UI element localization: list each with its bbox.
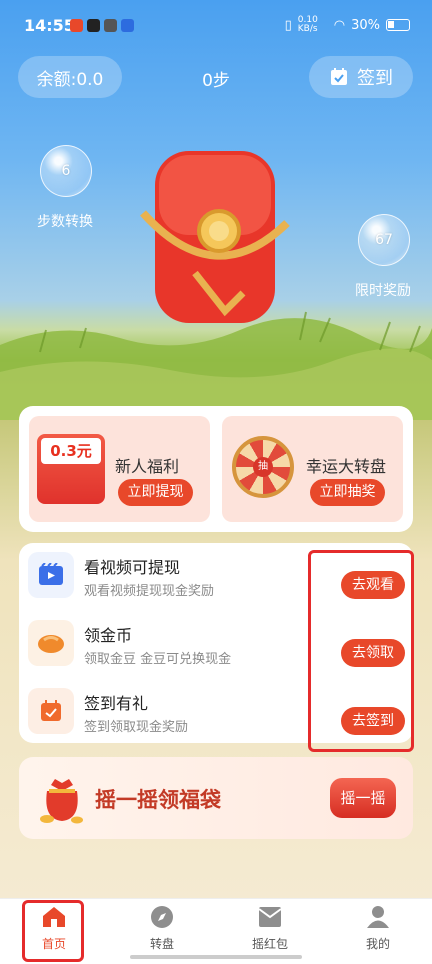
status-app-icons (70, 19, 134, 32)
signin-button[interactable]: 签到 (309, 56, 413, 98)
bubble-value: 6 (61, 163, 71, 179)
signin-label: 签到 (357, 68, 393, 89)
task-title: 签到有礼 (84, 694, 149, 713)
card-title: 幸运大转盘 (306, 457, 387, 476)
task-title: 看视频可提现 (84, 558, 181, 577)
task-buttons-highlight (308, 550, 414, 752)
status-indicators: ▯ 0.10 KB/s ◠ 30% (285, 16, 410, 34)
step-convert-bubble[interactable]: 6 (40, 145, 92, 197)
newbie-welfare-card[interactable]: 0.3元 新人福利 立即提现 (29, 416, 210, 522)
tab-label: 摇红包 (251, 937, 288, 951)
bubble-value: 67 (375, 232, 393, 248)
lucky-wheel-card[interactable]: 抽 幸运大转盘 立即抽奖 (222, 416, 403, 522)
withdraw-now-button[interactable]: 立即提现 (118, 479, 193, 506)
app-notification-icon (87, 19, 100, 32)
battery-icon (386, 19, 410, 31)
lucky-bag-icon (40, 779, 83, 824)
home-tab-highlight (22, 900, 84, 962)
vibrate-icon: ▯ (284, 17, 292, 33)
limited-reward-label: 限时奖励 (355, 283, 411, 299)
video-icon (28, 552, 74, 598)
status-bar: 14:55 ▯ 0.10 KB/s ◠ 30% (0, 0, 432, 48)
lucky-wheel-icon: 抽 (232, 436, 294, 498)
red-envelope-icon[interactable] (135, 143, 295, 333)
shake-button[interactable]: 摇一摇 (330, 778, 396, 818)
tab-wheel[interactable]: 转盘 (132, 905, 192, 952)
task-title: 领金币 (84, 626, 133, 645)
banner-text: 摇一摇领福袋 (95, 788, 221, 812)
battery-text: 30% (351, 17, 380, 33)
net-speed: 0.10 KB/s (297, 15, 318, 34)
app-notification-icon (70, 19, 83, 32)
calendar-icon (28, 688, 74, 734)
tab-me[interactable]: 我的 (348, 905, 408, 952)
draw-now-button[interactable]: 立即抽奖 (310, 479, 385, 506)
limited-reward-bubble[interactable]: 67 (358, 214, 410, 266)
card-title: 新人福利 (115, 457, 180, 476)
wifi-icon: ◠ (333, 17, 346, 33)
user-icon (367, 906, 389, 928)
cash-envelope-icon: 0.3元 (37, 434, 105, 504)
compass-icon (151, 906, 173, 928)
gesture-bar[interactable] (130, 955, 302, 959)
status-time: 14:55 (24, 16, 75, 35)
app-notification-icon (104, 19, 117, 32)
tab-label: 我的 (365, 937, 390, 951)
task-subtitle: 领取金豆 金豆可兑换现金 (84, 652, 232, 667)
envelope-icon (258, 907, 282, 927)
task-subtitle: 观看视频提现现金奖励 (84, 584, 215, 599)
lucky-bag-banner[interactable]: 摇一摇领福袋 摇一摇 (19, 757, 413, 839)
wheel-hub: 抽 (253, 457, 273, 477)
step-convert-label: 步数转换 (37, 214, 93, 230)
promo-panel: 0.3元 新人福利 立即提现 抽 幸运大转盘 立即抽奖 (19, 406, 413, 532)
gold-bean-icon (28, 620, 74, 666)
calendar-check-icon (331, 68, 347, 85)
tab-label: 转盘 (149, 937, 174, 951)
task-subtitle: 签到领取现金奖励 (84, 720, 189, 735)
cash-amount: 0.3元 (41, 438, 101, 464)
tab-shake-envelope[interactable]: 摇红包 (240, 905, 300, 952)
app-notification-icon (121, 19, 134, 32)
